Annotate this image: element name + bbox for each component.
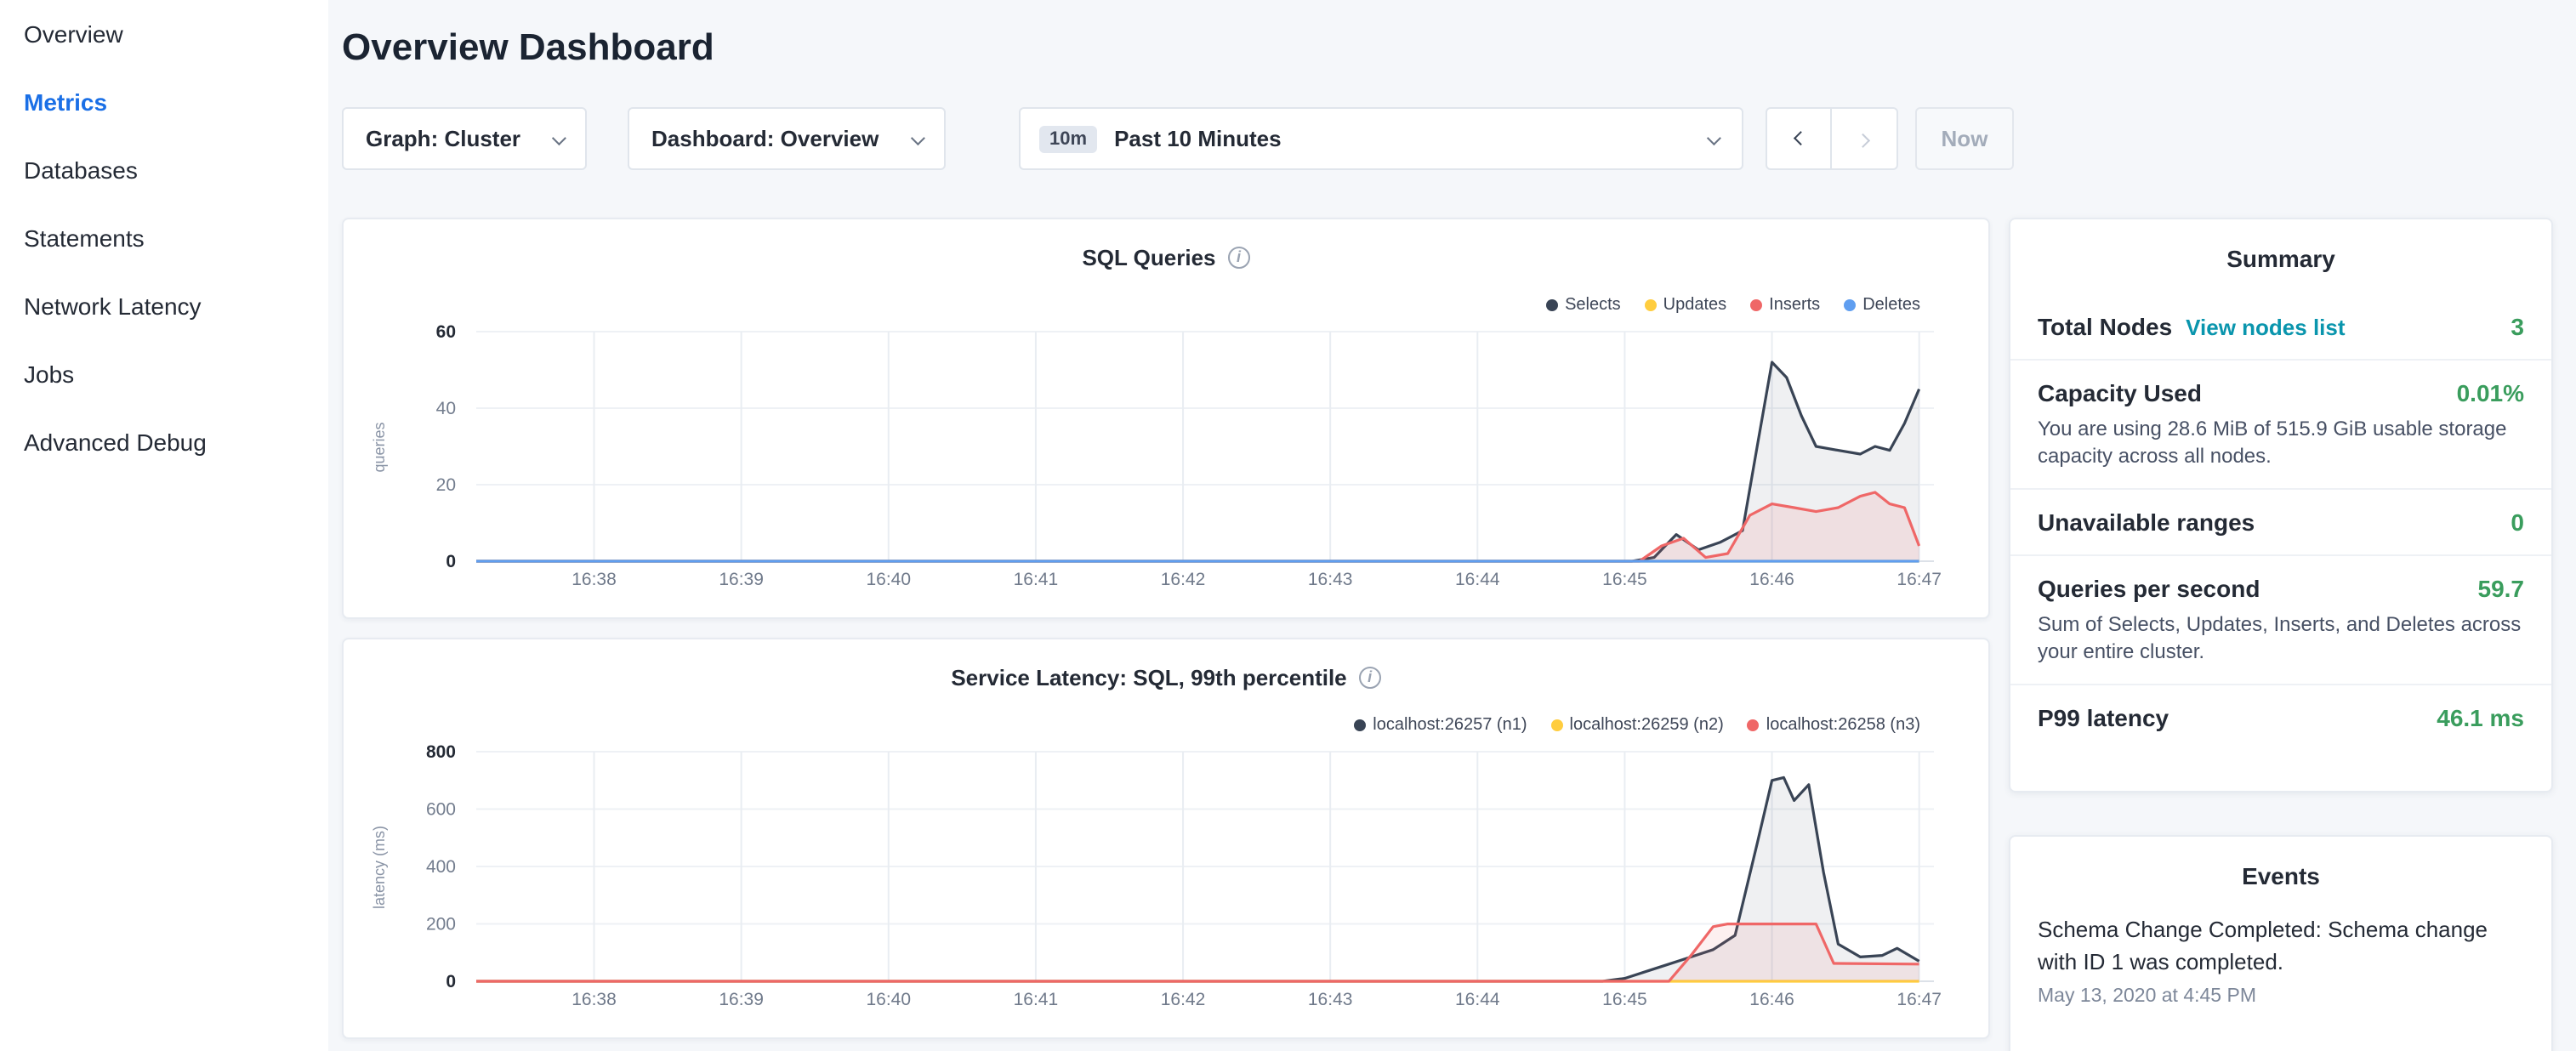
summary-label: Unavailable ranges xyxy=(2038,508,2255,536)
graph-scope-dropdown-label: Graph: Cluster xyxy=(366,126,520,151)
svg-text:16:43: 16:43 xyxy=(1308,570,1353,589)
time-range-selector[interactable]: 10m Past 10 Minutes xyxy=(1019,107,1743,170)
summary-value: 0 xyxy=(2511,508,2524,536)
chevron-left-icon xyxy=(1793,130,1807,145)
sidebar-item-label: Jobs xyxy=(24,361,74,388)
time-range-badge: 10m xyxy=(1039,125,1097,152)
svg-text:0: 0 xyxy=(446,552,456,571)
summary-title: Summary xyxy=(2010,219,2551,294)
sidebar-item-label: Metrics xyxy=(24,88,107,116)
sql-queries-chart-card: SQL Queries i SelectsUpdatesInsertsDelet… xyxy=(342,218,1990,619)
sidebar-item-advanced-debug[interactable]: Advanced Debug xyxy=(0,408,328,476)
svg-text:16:39: 16:39 xyxy=(719,570,764,589)
svg-text:16:43: 16:43 xyxy=(1308,990,1353,1009)
svg-text:16:38: 16:38 xyxy=(571,570,617,589)
time-window-pager xyxy=(1766,107,1898,170)
now-button[interactable]: Now xyxy=(1915,107,2014,170)
chevron-down-icon xyxy=(1707,130,1721,145)
page-title: Overview Dashboard xyxy=(342,26,714,70)
dashboard-controls: Graph: Cluster Dashboard: Overview 10m P… xyxy=(328,107,2010,170)
svg-text:600: 600 xyxy=(426,800,456,820)
sql-queries-chart[interactable]: 0 20 40 60 16:38 16:39 16:40 16:41 16:42 16:43 16:… xyxy=(344,219,1988,617)
svg-text:16:41: 16:41 xyxy=(1014,570,1059,589)
time-back-button[interactable] xyxy=(1766,107,1832,170)
summary-description: You are using 28.6 MiB of 515.9 GiB usab… xyxy=(2038,417,2524,469)
view-nodes-list-link[interactable]: View nodes list xyxy=(2186,315,2345,340)
summary-label: Total Nodes xyxy=(2038,313,2172,340)
summary-value: 46.1 ms xyxy=(2437,704,2524,731)
summary-row-total-nodes: Total Nodes View nodes list 3 xyxy=(2010,294,2551,359)
events-title: Events xyxy=(2010,837,2551,912)
svg-text:16:42: 16:42 xyxy=(1161,990,1206,1009)
sidebar-item-network-latency[interactable]: Network Latency xyxy=(0,272,328,340)
svg-text:200: 200 xyxy=(426,915,456,935)
sidebar-item-jobs[interactable]: Jobs xyxy=(0,340,328,408)
time-forward-button[interactable] xyxy=(1832,107,1898,170)
event-text: Schema Change Completed: Schema change w… xyxy=(2038,915,2524,978)
event-timestamp: May 13, 2020 at 4:45 PM xyxy=(2038,986,2524,1007)
svg-text:16:39: 16:39 xyxy=(719,990,764,1009)
app-window: Overview Metrics Databases Statements Ne… xyxy=(0,0,2576,1051)
summary-label: P99 latency xyxy=(2038,704,2169,731)
left-nav: Overview Metrics Databases Statements Ne… xyxy=(0,0,328,1051)
svg-text:16:40: 16:40 xyxy=(866,570,911,589)
summary-row-unavailable-ranges: Unavailable ranges 0 xyxy=(2010,488,2551,554)
svg-text:16:47: 16:47 xyxy=(1896,570,1942,589)
svg-text:16:42: 16:42 xyxy=(1161,570,1206,589)
svg-text:16:45: 16:45 xyxy=(1602,990,1647,1009)
summary-row-queries-per-second: Queries per second 59.7 Sum of Selects, … xyxy=(2010,554,2551,684)
sidebar-item-label: Network Latency xyxy=(24,293,202,320)
event-list-item[interactable]: Schema Change Completed: Schema change w… xyxy=(2010,912,2551,1007)
time-range-current: 10m Past 10 Minutes xyxy=(1039,125,1282,152)
summary-description: Sum of Selects, Updates, Inserts, and De… xyxy=(2038,612,2524,665)
service-latency-chart-card: Service Latency: SQL, 99th percentile i … xyxy=(342,638,1990,1039)
svg-text:16:44: 16:44 xyxy=(1455,990,1500,1009)
summary-panel: Summary Total Nodes View nodes list 3 Ca… xyxy=(2009,218,2553,793)
summary-value: 59.7 xyxy=(2478,575,2525,602)
service-latency-chart[interactable]: 0 200 400 600 800 16:38 16:39 16:40 16:41 16:42 16… xyxy=(344,639,1988,1037)
svg-text:16:45: 16:45 xyxy=(1602,570,1647,589)
svg-text:800: 800 xyxy=(426,742,456,762)
main-content: Overview Dashboard Graph: Cluster Dashbo… xyxy=(328,0,2010,1051)
summary-row-capacity-used: Capacity Used 0.01% You are using 28.6 M… xyxy=(2010,359,2551,488)
summary-row-p99-latency: P99 latency 46.1 ms xyxy=(2010,684,2551,750)
chevron-down-icon xyxy=(911,130,925,145)
sidebar-item-label: Databases xyxy=(24,156,138,184)
time-range-label: Past 10 Minutes xyxy=(1114,126,1282,151)
svg-text:16:38: 16:38 xyxy=(571,990,617,1009)
chevron-down-icon xyxy=(552,130,566,145)
summary-value: 0.01% xyxy=(2457,379,2524,406)
svg-text:60: 60 xyxy=(436,322,456,342)
sidebar-item-label: Advanced Debug xyxy=(24,429,207,456)
graph-scope-dropdown[interactable]: Graph: Cluster xyxy=(342,107,587,170)
svg-text:400: 400 xyxy=(426,857,456,877)
sidebar-item-label: Statements xyxy=(24,224,145,252)
svg-text:20: 20 xyxy=(436,475,456,495)
svg-text:16:44: 16:44 xyxy=(1455,570,1500,589)
svg-text:16:40: 16:40 xyxy=(866,990,911,1009)
dashboard-dropdown[interactable]: Dashboard: Overview xyxy=(628,107,946,170)
events-panel: Events Schema Change Completed: Schema c… xyxy=(2009,835,2553,1051)
summary-label: Capacity Used xyxy=(2038,379,2202,406)
svg-text:0: 0 xyxy=(446,972,456,991)
svg-text:16:46: 16:46 xyxy=(1749,570,1794,589)
summary-label: Queries per second xyxy=(2038,575,2260,602)
chevron-right-icon xyxy=(1856,133,1870,147)
sidebar-item-databases[interactable]: Databases xyxy=(0,136,328,204)
svg-text:16:46: 16:46 xyxy=(1749,990,1794,1009)
summary-value: 3 xyxy=(2511,313,2524,340)
sidebar-item-metrics[interactable]: Metrics xyxy=(0,68,328,136)
svg-text:40: 40 xyxy=(436,399,456,418)
svg-text:16:47: 16:47 xyxy=(1896,990,1942,1009)
svg-text:16:41: 16:41 xyxy=(1014,990,1059,1009)
sidebar-item-statements[interactable]: Statements xyxy=(0,204,328,272)
sidebar-item-label: Overview xyxy=(24,20,123,48)
sidebar-item-overview[interactable]: Overview xyxy=(0,0,328,68)
dashboard-dropdown-label: Dashboard: Overview xyxy=(651,126,879,151)
